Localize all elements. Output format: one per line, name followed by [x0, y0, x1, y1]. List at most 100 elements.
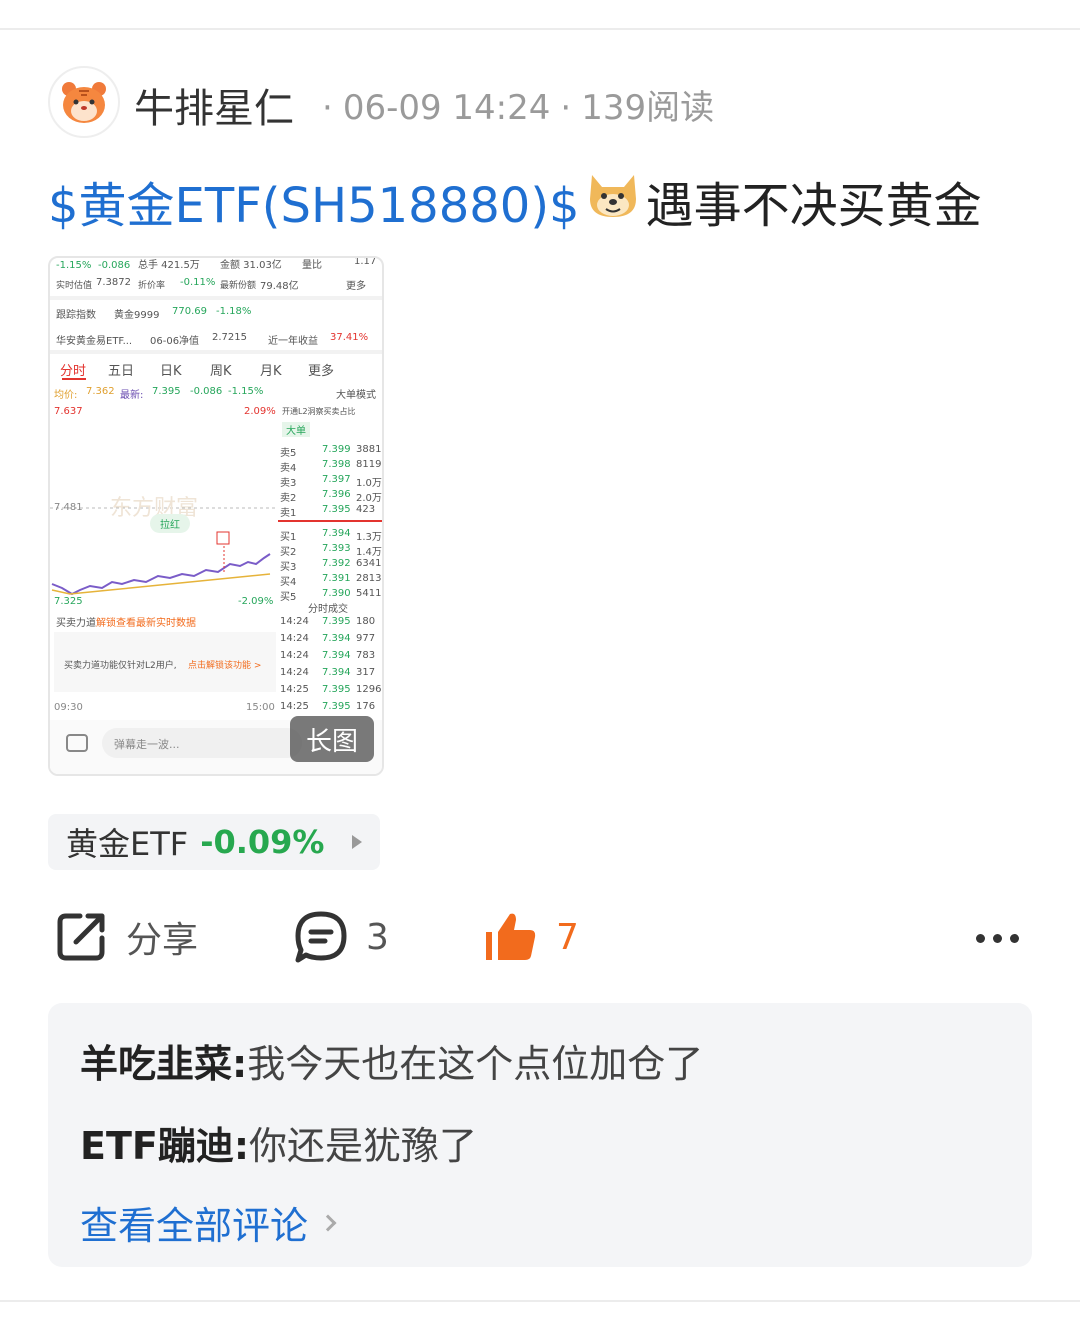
- thumbs-up-icon: [486, 913, 536, 960]
- post-meta: · 06-09 14:24 · 139阅读: [312, 80, 714, 129]
- bid-cell: 7.390: [322, 588, 351, 599]
- read-count: 139阅读: [581, 88, 715, 128]
- s-chg: -0.086: [190, 386, 223, 397]
- trade-cell: 176: [356, 701, 376, 712]
- chevron-right-icon: [319, 1214, 337, 1231]
- comment-count: 3: [366, 916, 389, 958]
- more-options-button[interactable]: [976, 934, 1019, 943]
- trade-cell: 7.394: [322, 667, 351, 678]
- s-unlock: 解锁查看最新实时数据: [96, 618, 196, 629]
- s-amount: 金额 31.03亿: [220, 260, 282, 271]
- share-icon: [57, 913, 105, 961]
- s-l2-only: 买卖力道功能仅针对L2用户,: [64, 661, 177, 671]
- comment-item[interactable]: 羊吃韭菜:我今天也在这个点位加仓了: [80, 1033, 703, 1088]
- ask-cell: 卖2: [280, 493, 297, 504]
- s-more: 更多: [346, 281, 366, 292]
- s-nav-label: 06-06净值: [150, 336, 200, 347]
- s-fund-name: 华安黄金易ETF...: [56, 336, 133, 347]
- trade-cell: 14:25: [280, 684, 309, 695]
- s-trades-label: 分时成交: [308, 604, 348, 615]
- s-tab-week: 周K: [210, 364, 232, 379]
- s-last-label: 最新:: [120, 390, 144, 401]
- trade-cell: 783: [356, 650, 376, 661]
- play-arrow-icon: [352, 835, 363, 849]
- view-all-comments-link[interactable]: 查看全部评论: [80, 1195, 337, 1250]
- long-image-badge: 长图: [290, 716, 374, 762]
- ask-cell: 8119: [356, 459, 382, 470]
- more-dot-icon: [976, 934, 985, 943]
- ask-cell: 卖1: [280, 508, 297, 519]
- ask-cell: 423: [356, 504, 376, 515]
- share-button[interactable]: 分享: [54, 910, 198, 964]
- stock-link[interactable]: $黄金ETF(SH518880)$: [48, 166, 580, 236]
- trade-cell: 317: [356, 667, 376, 678]
- comment-button[interactable]: 3: [294, 910, 389, 964]
- trade-cell: 7.395: [322, 701, 351, 712]
- bid-cell: 买4: [280, 577, 297, 588]
- s-chart-mid: 7.481: [54, 502, 83, 513]
- view-all-label: 查看全部评论: [80, 1204, 309, 1248]
- ask-cell: 7.398: [322, 459, 351, 470]
- post-image-thumbnail[interactable]: -1.15% -0.086 总手 421.5万 金额 31.03亿 量比 1.1…: [48, 256, 384, 776]
- ask-cell: 2.0万: [356, 493, 382, 504]
- tiger-avatar-icon: [62, 82, 106, 123]
- s-index-name: 黄金9999: [114, 310, 160, 321]
- trade-cell: 14:25: [280, 701, 309, 712]
- comment-item[interactable]: ETF蹦迪:你还是犹豫了: [80, 1115, 477, 1170]
- s-ratio-label: 量比: [302, 260, 322, 271]
- s-chart-low-pct: -2.09%: [238, 596, 274, 607]
- s-chart-high: 7.637: [54, 406, 83, 417]
- like-button[interactable]: 7: [484, 910, 579, 964]
- comment-text: 我今天也在这个点位加仓了: [247, 1042, 704, 1086]
- bid-cell: 买1: [280, 532, 297, 543]
- stock-quote-chip[interactable]: 黄金ETF -0.09%: [48, 814, 380, 870]
- s-index-pct: -1.18%: [216, 306, 252, 317]
- ask-cell: 3881: [356, 444, 382, 455]
- s-pct: -1.15%: [228, 386, 264, 397]
- trade-cell: 7.395: [322, 616, 351, 627]
- s-share-label: 最新份额: [220, 281, 257, 291]
- quote-name: 黄金ETF: [66, 825, 189, 863]
- s-time-start: 09:30: [54, 702, 83, 713]
- s-comment-placeholder: 弹幕走一波...: [114, 738, 180, 751]
- comment-author: ETF蹦迪:: [80, 1124, 250, 1168]
- ask-cell: 卖4: [280, 463, 297, 474]
- ask-cell: 卖3: [280, 478, 297, 489]
- s-tab-underline: [62, 378, 86, 380]
- post-time: 06-09 14:24: [342, 88, 551, 128]
- ask-cell: 1.0万: [356, 478, 382, 489]
- bid-cell: 买5: [280, 592, 297, 603]
- trade-cell: 180: [356, 616, 376, 627]
- s-change: -0.086: [98, 260, 131, 271]
- trade-cell: 1296: [356, 684, 382, 695]
- trade-cell: 7.394: [322, 650, 351, 661]
- comments-preview: 羊吃韭菜:我今天也在这个点位加仓了 ETF蹦迪:你还是犹豫了 查看全部评论: [48, 1003, 1032, 1267]
- s-year: 37.41%: [330, 332, 369, 343]
- bid-cell: 买3: [280, 562, 297, 573]
- s-tag: 拉红: [150, 514, 190, 533]
- meta-separator: ·: [560, 88, 572, 128]
- s-divider: [50, 350, 382, 354]
- s-avg: 7.362: [86, 386, 115, 397]
- bottom-divider: [0, 1300, 1080, 1302]
- trade-cell: 14:24: [280, 667, 309, 678]
- s-disc-label: 折价率: [138, 281, 166, 291]
- doge-emoji-icon: [584, 169, 642, 233]
- post-content: $黄金ETF(SH518880)$ 遇事不决买黄金: [48, 166, 982, 236]
- s-avg-label: 均价:: [54, 390, 78, 401]
- comment-text: 你还是犹豫了: [249, 1124, 478, 1168]
- trade-cell: 977: [356, 633, 376, 644]
- author-name[interactable]: 牛排星仁: [134, 76, 294, 134]
- author-avatar[interactable]: [48, 66, 120, 138]
- bid-cell: 2813: [356, 573, 382, 584]
- top-divider: [0, 28, 1080, 30]
- bid-cell: 7.391: [322, 573, 351, 584]
- s-share: 79.48亿: [260, 281, 299, 292]
- s-l2-hint: 开通L2洞察买卖占比: [282, 407, 356, 416]
- trade-cell: 14:24: [280, 650, 309, 661]
- s-time-end: 15:00: [246, 702, 275, 713]
- bid-cell: 6341: [356, 558, 382, 569]
- comment-icon: [295, 911, 347, 963]
- s-track-label: 跟踪指数: [56, 310, 96, 321]
- like-count: 7: [556, 916, 579, 958]
